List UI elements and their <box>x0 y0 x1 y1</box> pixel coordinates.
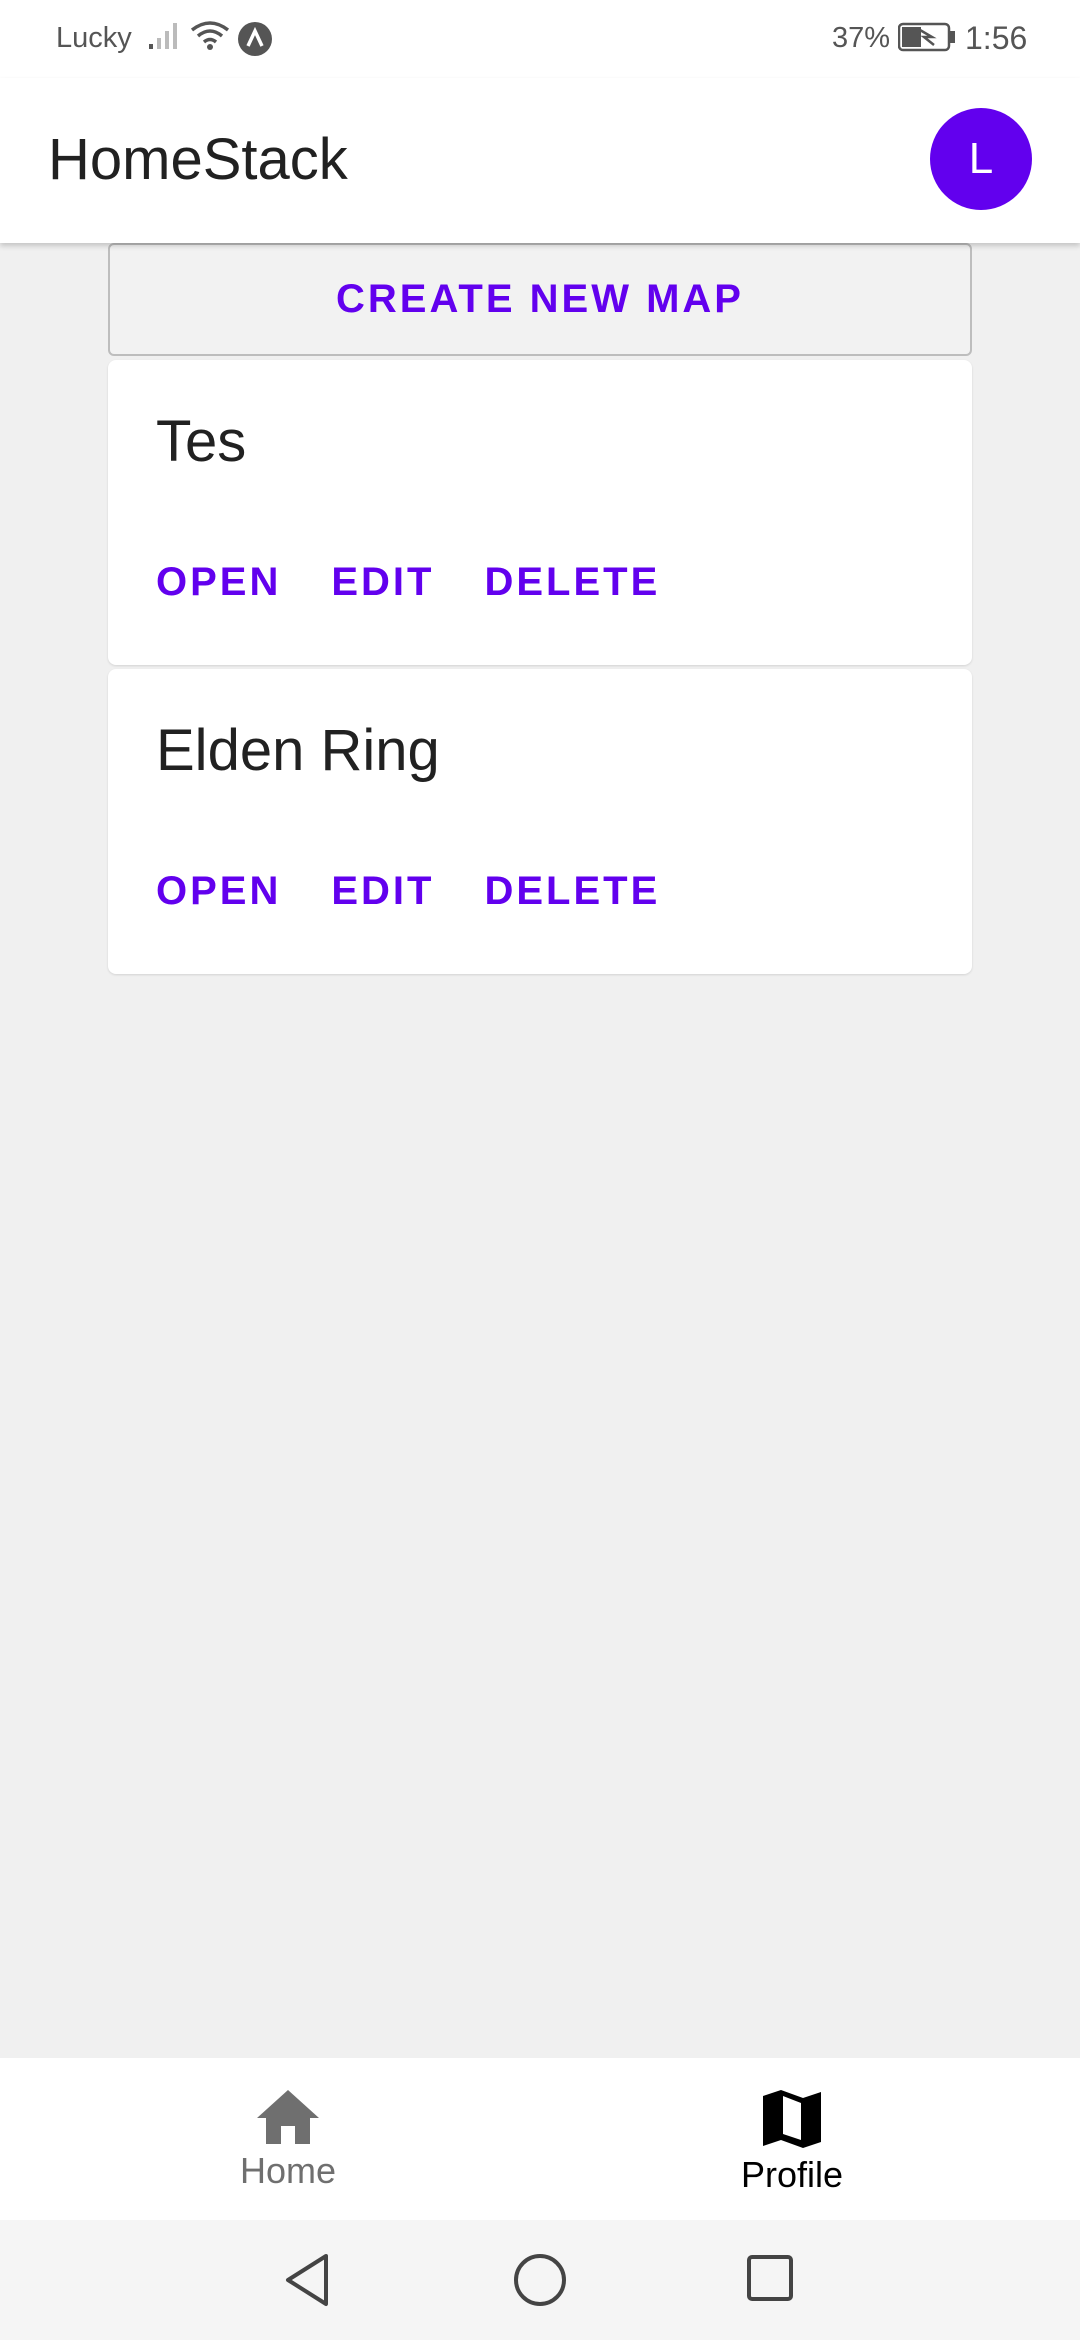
page-title: HomeStack <box>48 127 348 192</box>
delete-button[interactable]: DELETE <box>484 560 660 605</box>
map-card: Tes OPEN EDIT DELETE <box>108 360 972 665</box>
nav-label-home: Home <box>239 2150 337 2191</box>
home-icon <box>257 2090 319 2144</box>
create-new-map-button[interactable]: CREATE NEW MAP <box>108 243 972 356</box>
screen: Lucky 37% 1:56 HomeStack L CREATE NEW MA… <box>0 0 1080 2340</box>
edit-button[interactable]: EDIT <box>331 560 434 605</box>
open-button[interactable]: OPEN <box>156 560 281 605</box>
battery-charging-icon <box>897 22 956 60</box>
map-title: Tes <box>156 409 247 474</box>
app-bar: HomeStack L <box>0 78 1080 243</box>
avatar[interactable]: L <box>930 108 1032 210</box>
wifi-icon <box>190 18 230 60</box>
system-navigation-bar <box>0 2220 1080 2340</box>
nav-item-profile[interactable]: Profile <box>692 2088 892 2196</box>
map-icon <box>763 2090 821 2148</box>
clock-time: 1:56 <box>965 20 1028 56</box>
nfc-icon <box>237 21 273 65</box>
avatar-initial: L <box>968 134 994 183</box>
back-icon[interactable] <box>282 2252 332 2313</box>
map-card-actions: OPEN EDIT DELETE <box>156 560 660 605</box>
nav-item-home[interactable]: Home <box>188 2088 388 2192</box>
map-card: Elden Ring OPEN EDIT DELETE <box>108 669 972 974</box>
battery-percent: 37% <box>832 22 891 54</box>
open-button[interactable]: OPEN <box>156 869 281 914</box>
nav-label-profile: Profile <box>740 2154 844 2195</box>
carrier-name: Lucky <box>56 22 132 54</box>
home-circle-icon[interactable] <box>512 2252 568 2313</box>
signal-icon <box>148 20 182 58</box>
delete-button[interactable]: DELETE <box>484 869 660 914</box>
bottom-navigation: Home Profile <box>0 2058 1080 2220</box>
map-title: Elden Ring <box>156 718 440 783</box>
map-card-actions: OPEN EDIT DELETE <box>156 869 660 914</box>
map-list: CREATE NEW MAP Tes OPEN EDIT DELETE Elde… <box>108 243 972 974</box>
recent-apps-icon[interactable] <box>744 2252 796 2309</box>
status-bar: Lucky 37% 1:56 <box>0 0 1080 78</box>
edit-button[interactable]: EDIT <box>331 869 434 914</box>
